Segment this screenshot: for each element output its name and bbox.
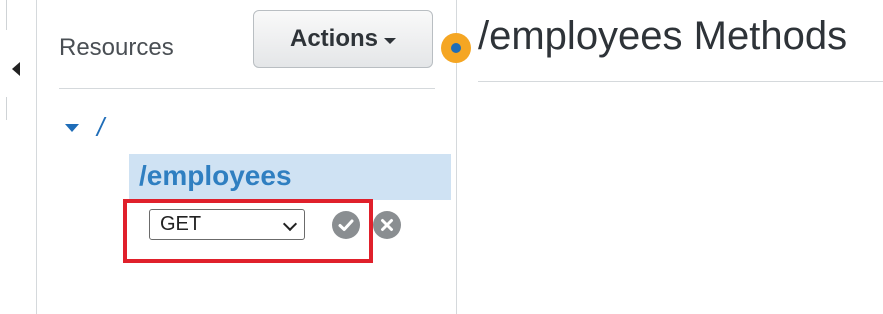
- page-title: /employees Methods: [478, 14, 848, 58]
- tree-toggle-caret-down-icon[interactable]: [65, 124, 79, 132]
- resources-heading: Resources: [59, 34, 174, 61]
- method-select[interactable]: GET: [149, 209, 305, 240]
- title-divider: [478, 81, 883, 82]
- check-circle-icon[interactable]: [332, 211, 360, 239]
- caret-down-icon: [384, 38, 396, 44]
- tree-item-label: /employees: [139, 160, 292, 191]
- resources-panel: Resources Actions / /employees GET: [37, 0, 455, 314]
- method-select-value: GET: [160, 213, 202, 235]
- strip-divider-top: [6, 0, 7, 30]
- panel-divider: [59, 88, 435, 89]
- strip-divider-mid: [6, 97, 7, 120]
- chevron-down-icon: [282, 216, 298, 232]
- tree-root-item[interactable]: /: [97, 112, 104, 143]
- info-dot-icon[interactable]: [441, 33, 471, 63]
- left-collapsed-strip: [0, 0, 37, 314]
- caret-left-icon[interactable]: [12, 62, 20, 76]
- actions-button-label: Actions: [289, 25, 378, 52]
- x-circle-icon[interactable]: [373, 211, 401, 239]
- tree-item-employees[interactable]: /employees: [129, 154, 451, 200]
- info-dot-center: [451, 43, 461, 53]
- actions-button[interactable]: Actions: [253, 10, 433, 68]
